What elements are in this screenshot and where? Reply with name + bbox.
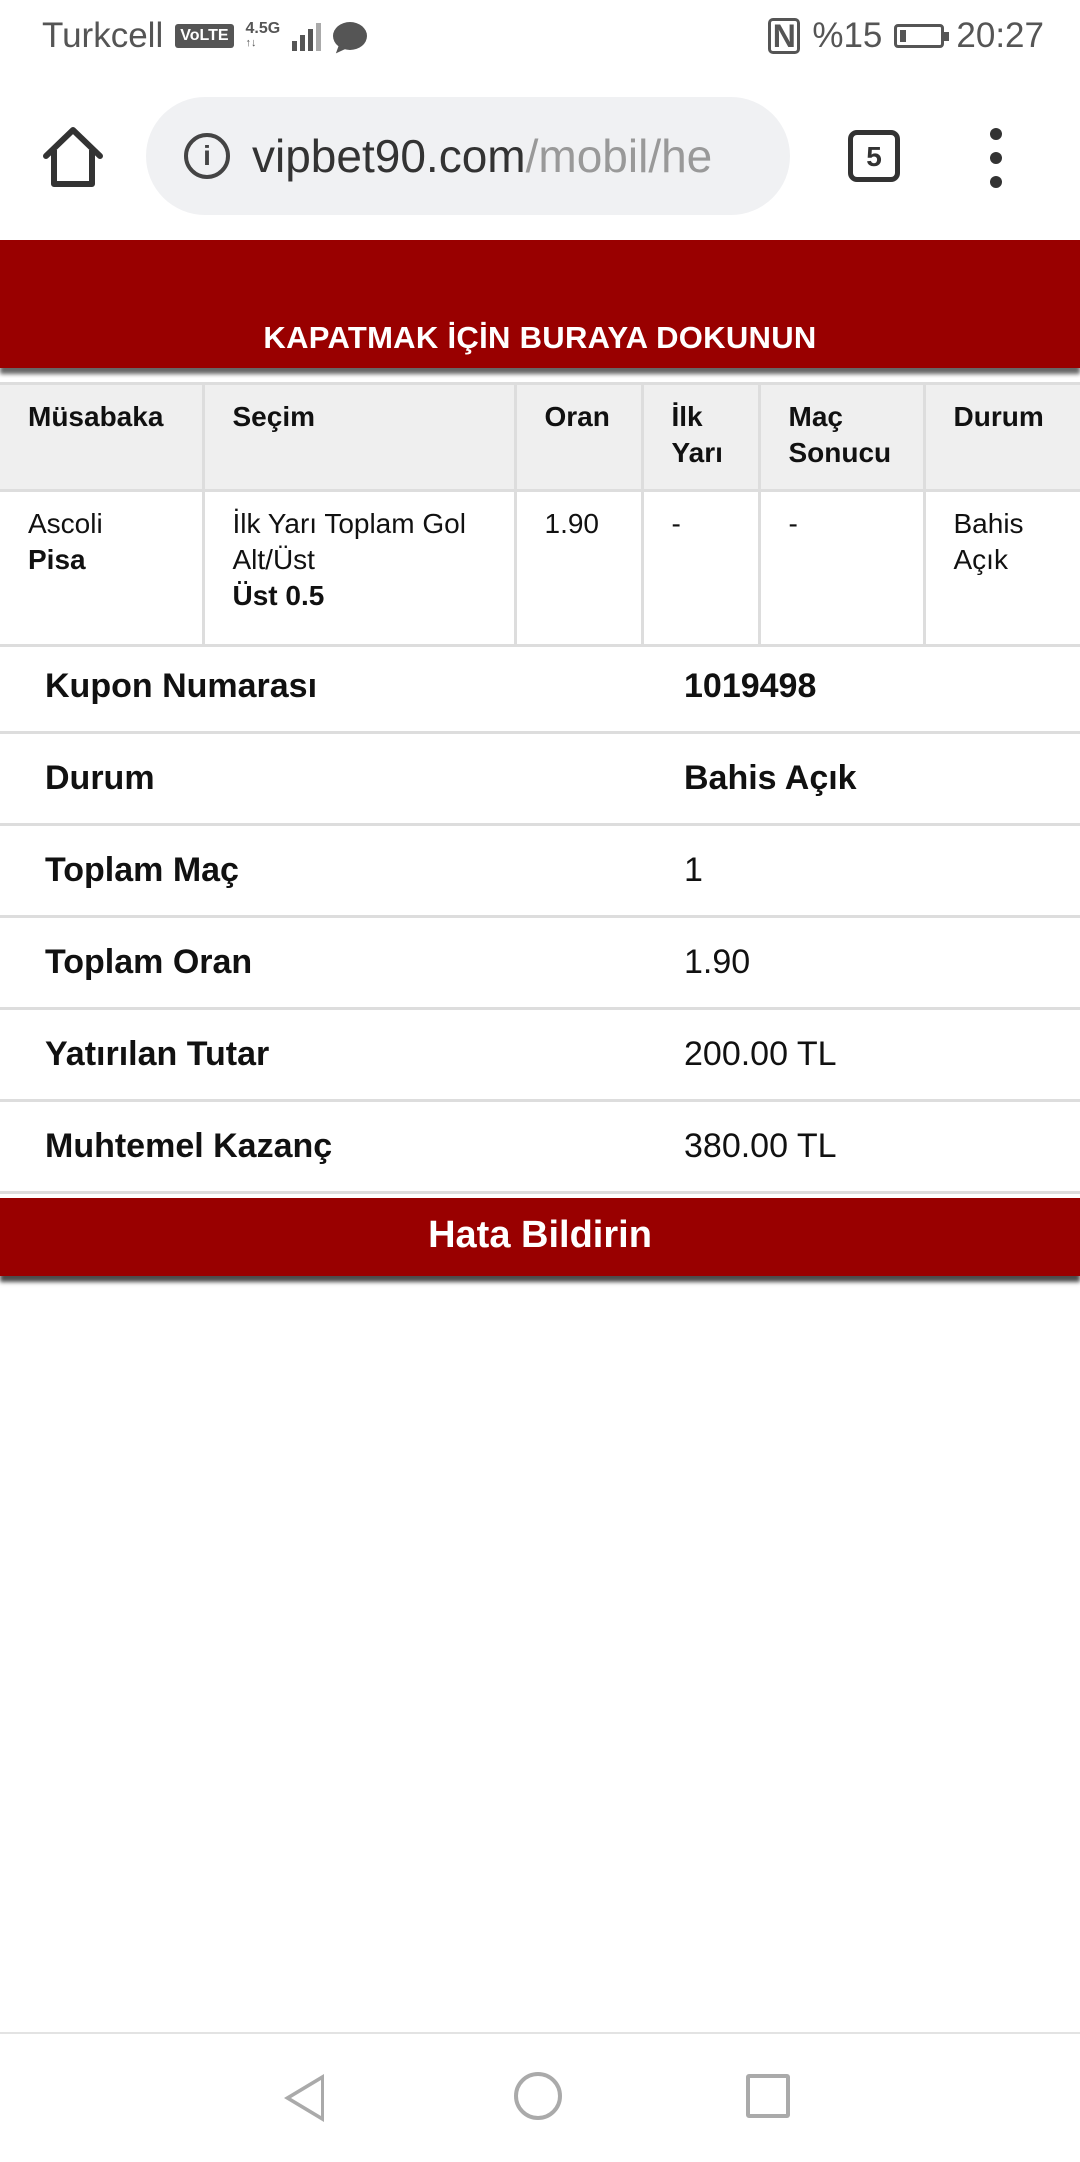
navigation-bar <box>0 2032 1080 2162</box>
clock: 20:27 <box>956 16 1044 55</box>
status-bar: Turkcell VoLTE 4.5G ↑↓ N %15 20:27 <box>0 0 1080 72</box>
browser-toolbar: i vipbet90.com/mobil/he 5 <box>0 72 1080 240</box>
battery-charging-icon <box>894 24 950 48</box>
summary-label: Yatırılan Tutar <box>45 1035 270 1073</box>
home-team: Ascoli <box>28 508 103 539</box>
selection-market: İlk Yarı Toplam Gol Alt/Üst <box>232 508 466 575</box>
summary-label: Kupon Numarası <box>45 667 318 705</box>
summary-label: Muhtemel Kazanç <box>45 1127 333 1165</box>
coupon-summary: Kupon Numarası 1019498 Durum Bahis Açık … <box>0 642 1080 1194</box>
url-text[interactable]: vipbet90.com/mobil/he <box>252 129 712 183</box>
back-icon[interactable] <box>284 2074 324 2122</box>
overflow-menu-icon[interactable] <box>984 128 1008 188</box>
column-header: Müsabaka <box>0 382 205 492</box>
close-banner-label: KAPATMAK İÇİN BURAYA DOKUNUN <box>263 320 817 355</box>
summary-row-total-matches: Toplam Maç 1 <box>0 826 1080 918</box>
column-header: Durum <box>922 382 1080 492</box>
summary-value: 1 <box>684 851 703 889</box>
address-bar[interactable]: i vipbet90.com/mobil/he <box>146 97 790 215</box>
away-team: Pisa <box>28 544 86 575</box>
summary-row-stake: Yatırılan Tutar 200.00 TL <box>0 1010 1080 1102</box>
recent-apps-icon[interactable] <box>746 2074 790 2118</box>
network-type: 4.5G ↑↓ <box>245 20 281 50</box>
table-header-row: Müsabaka Seçim Oran İlk Yarı Maç Sonucu … <box>0 382 1080 492</box>
summary-row-total-odds: Toplam Oran 1.90 <box>0 918 1080 1010</box>
summary-label: Toplam Oran <box>45 943 253 981</box>
summary-label: Durum <box>45 759 155 797</box>
home-icon[interactable] <box>38 122 108 192</box>
match-table: Müsabaka Seçim Oran İlk Yarı Maç Sonucu … <box>0 382 1080 647</box>
message-icon <box>333 22 368 50</box>
first-half-cell: - <box>640 489 761 647</box>
column-header: Maç Sonucu <box>757 382 926 492</box>
info-icon[interactable]: i <box>184 133 230 179</box>
status-left: Turkcell VoLTE 4.5G ↑↓ <box>42 16 368 56</box>
nfc-icon: N <box>768 18 801 54</box>
summary-value: 1.90 <box>684 943 751 981</box>
summary-row-status: Durum Bahis Açık <box>0 734 1080 826</box>
battery-percent: %15 <box>812 16 883 55</box>
summary-value: 1019498 <box>684 667 817 705</box>
url-domain: vipbet90.com <box>252 130 526 182</box>
tab-switcher-button[interactable]: 5 <box>848 130 900 182</box>
url-path: /mobil/he <box>525 130 713 182</box>
table-row: Ascoli Pisa İlk Yarı Toplam Gol Alt/Üst … <box>0 489 1080 647</box>
summary-row-potential-win: Muhtemel Kazanç 380.00 TL <box>0 1102 1080 1194</box>
odds-cell: 1.90 <box>513 489 644 647</box>
column-header: İlk Yarı <box>640 382 761 492</box>
summary-label: Toplam Maç <box>45 851 239 889</box>
summary-value: 200.00 TL <box>684 1035 837 1073</box>
volte-icon: VoLTE <box>175 24 234 48</box>
selection-pick: Üst 0.5 <box>232 580 325 611</box>
status-right: N %15 20:27 <box>768 16 1044 56</box>
column-header: Oran <box>513 382 644 492</box>
carrier-name: Turkcell <box>42 16 164 55</box>
summary-value: Bahis Açık <box>684 759 857 797</box>
close-banner[interactable]: KAPATMAK İÇİN BURAYA DOKUNUN <box>0 240 1080 368</box>
report-error-button[interactable]: Hata Bildirin <box>0 1198 1080 1276</box>
summary-value: 380.00 TL <box>684 1127 837 1165</box>
home-circle-icon[interactable] <box>514 2072 562 2120</box>
full-time-cell: - <box>757 489 926 647</box>
signal-icon <box>292 21 322 51</box>
column-header: Seçim <box>201 382 517 492</box>
summary-row-coupon-number: Kupon Numarası 1019498 <box>0 642 1080 734</box>
selection-cell: İlk Yarı Toplam Gol Alt/Üst Üst 0.5 <box>201 489 517 647</box>
match-cell: Ascoli Pisa <box>0 489 205 647</box>
status-cell: Bahis Açık <box>922 489 1080 647</box>
